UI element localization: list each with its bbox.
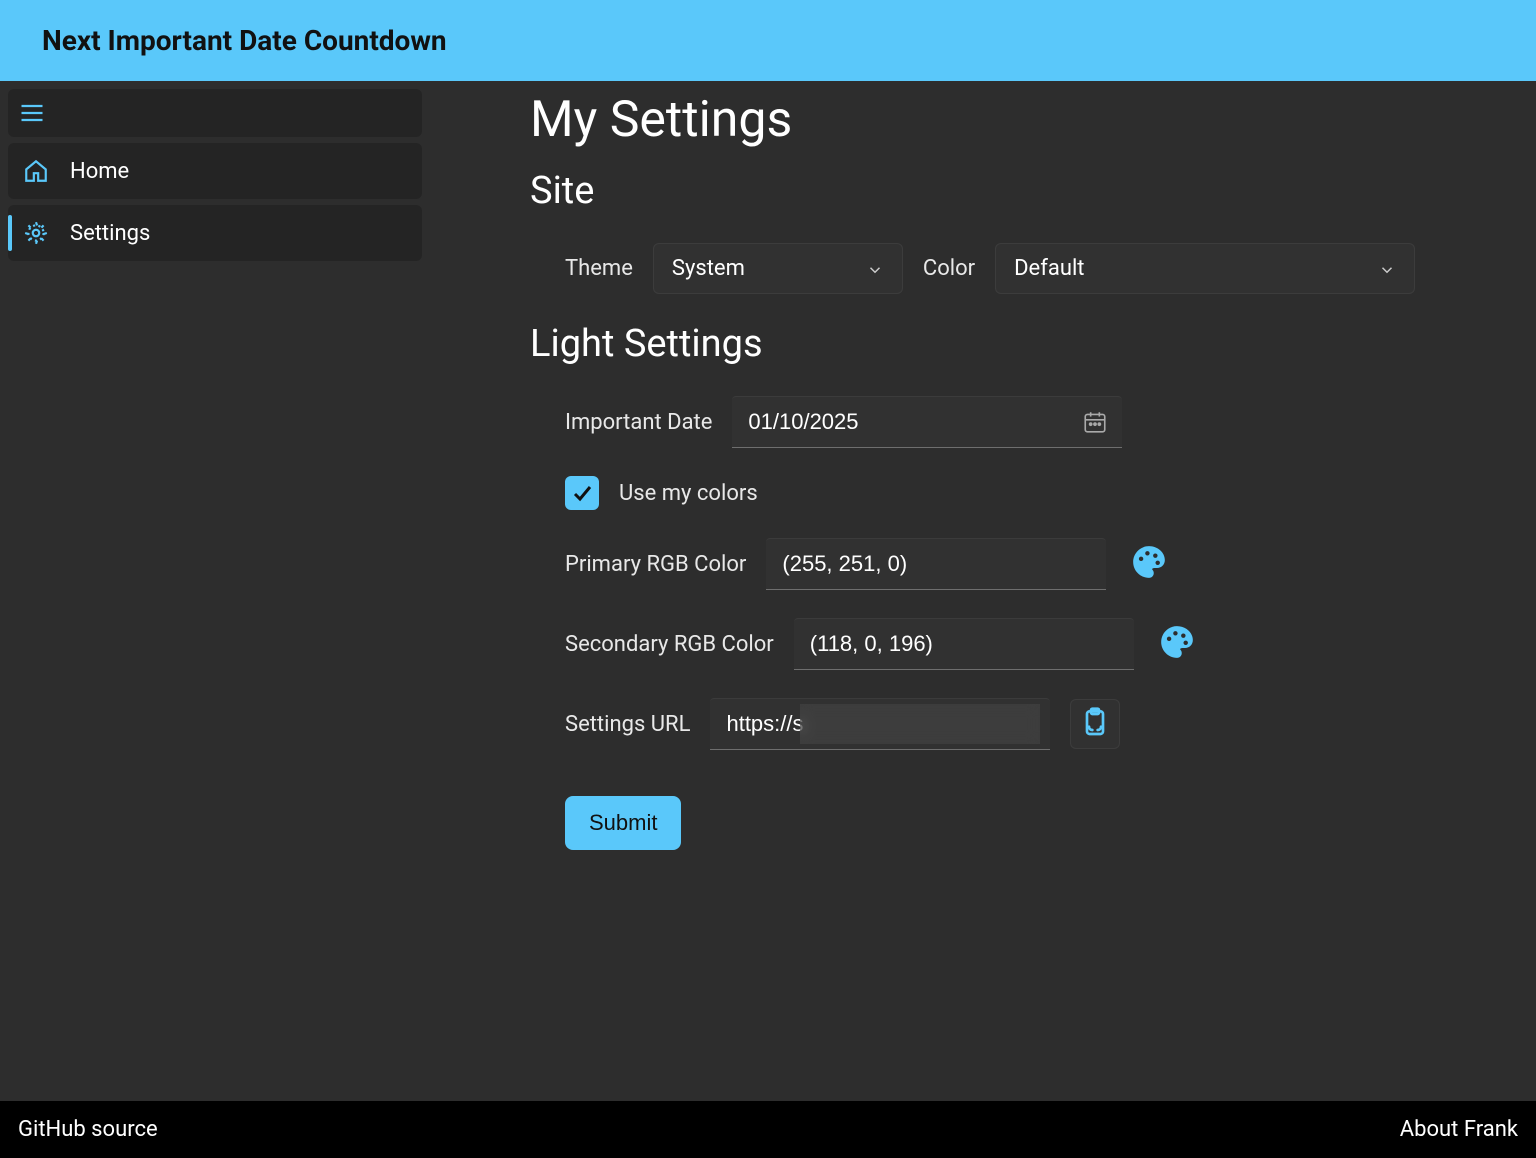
page-title: My Settings [530, 91, 1496, 149]
settings-url-label: Settings URL [565, 712, 690, 737]
chevron-down-icon [866, 260, 884, 278]
use-colors-row: Use my colors [530, 476, 1496, 510]
secondary-color-label: Secondary RGB Color [565, 632, 774, 657]
settings-url-input[interactable] [710, 698, 1050, 750]
date-row: Important Date [530, 396, 1496, 448]
sidebar-item-label: Home [70, 159, 129, 184]
secondary-color-picker-button[interactable] [1154, 621, 1200, 667]
secondary-color-row: Secondary RGB Color [530, 618, 1496, 670]
app-header: Next Important Date Countdown [0, 0, 1536, 81]
primary-color-picker-button[interactable] [1126, 541, 1172, 587]
site-row: Theme System Color Default [530, 243, 1496, 294]
theme-select-value: System [672, 256, 745, 281]
use-my-colors-label: Use my colors [619, 481, 758, 506]
home-icon [22, 157, 50, 185]
footer: GitHub source About Frank [0, 1101, 1536, 1158]
sidebar-item-settings[interactable]: Settings [8, 205, 422, 261]
sidebar-item-label: Settings [70, 221, 150, 246]
chevron-down-icon [1378, 260, 1396, 278]
main-content: My Settings Site Theme System Color Defa… [430, 81, 1536, 1101]
gear-icon [22, 219, 50, 247]
important-date-input[interactable] [732, 396, 1122, 448]
theme-select[interactable]: System [653, 243, 903, 294]
settings-url-row: Settings URL [530, 698, 1496, 750]
clipboard-link-icon [1079, 706, 1111, 742]
section-light-title: Light Settings [530, 322, 1496, 366]
important-date-label: Important Date [565, 410, 712, 435]
color-label: Color [923, 256, 975, 281]
copy-url-button[interactable] [1070, 699, 1120, 749]
calendar-icon[interactable] [1082, 409, 1108, 435]
use-my-colors-checkbox[interactable] [565, 476, 599, 510]
palette-icon [1158, 623, 1196, 665]
sidebar: Home Settings [0, 81, 430, 1101]
app-title: Next Important Date Countdown [42, 24, 1494, 57]
hamburger-icon [18, 99, 46, 127]
sidebar-item-home[interactable]: Home [8, 143, 422, 199]
github-source-link[interactable]: GitHub source [18, 1117, 158, 1142]
palette-icon [1130, 543, 1168, 585]
submit-button[interactable]: Submit [565, 796, 681, 850]
primary-color-row: Primary RGB Color [530, 538, 1496, 590]
color-select-value: Default [1014, 256, 1084, 281]
primary-color-label: Primary RGB Color [565, 552, 746, 577]
about-link[interactable]: About Frank [1400, 1117, 1518, 1142]
primary-color-input[interactable] [766, 538, 1106, 590]
color-select[interactable]: Default [995, 243, 1415, 294]
theme-label: Theme [565, 256, 633, 281]
menu-toggle-button[interactable] [8, 89, 422, 137]
section-site-title: Site [530, 169, 1496, 213]
secondary-color-input[interactable] [794, 618, 1134, 670]
